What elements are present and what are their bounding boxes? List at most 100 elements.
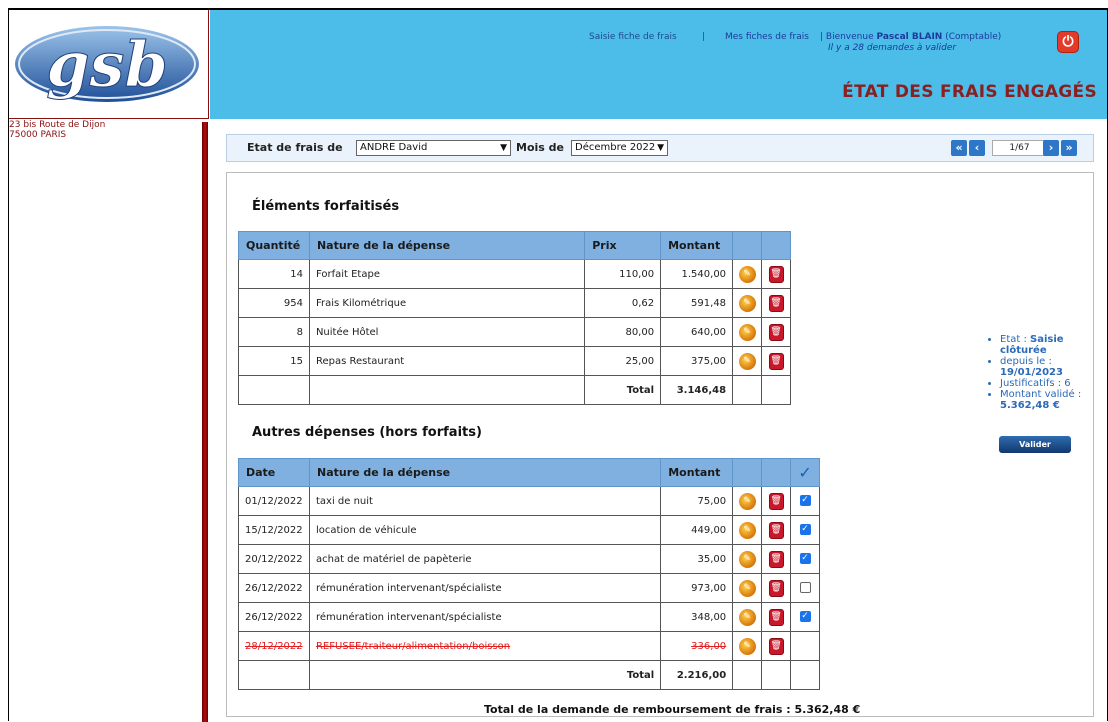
cell-nature: Nuitée Hôtel <box>308 317 586 347</box>
empty-cell <box>732 375 762 405</box>
user-role: (Comptable) <box>942 32 1002 42</box>
edit-cell: ✎ <box>732 515 763 545</box>
trash-icon[interactable]: 🗑 <box>768 579 784 597</box>
next-page-button[interactable]: › <box>1043 140 1059 156</box>
hors-forfait-title: Autres dépenses (hors forfaits) <box>252 425 482 440</box>
edit-icon[interactable]: ✎ <box>738 492 756 510</box>
cell-montant: 591,48 <box>660 288 734 318</box>
cell-nature: REFUSEE/traiteur/alimentation/boisson <box>308 631 662 661</box>
col-quantite: Quantité <box>238 231 310 260</box>
empty-cell <box>308 375 586 405</box>
cell-date: 26/12/2022 <box>238 602 310 632</box>
cell-montant: 1.540,00 <box>660 259 734 289</box>
trash-icon[interactable]: 🗑 <box>768 521 784 539</box>
edit-cell: ✎ <box>732 288 762 318</box>
status-item: Montant validé :5.362,48 € <box>1000 389 1100 411</box>
trash-icon[interactable]: 🗑 <box>768 637 784 655</box>
edit-icon[interactable]: ✎ <box>738 265 756 283</box>
montant-label: Montant validé : <box>1000 389 1082 400</box>
cell-date: 01/12/2022 <box>238 486 310 516</box>
edit-icon[interactable]: ✎ <box>738 579 756 597</box>
trash-icon[interactable]: 🗑 <box>768 352 784 370</box>
edit-icon[interactable]: ✎ <box>738 521 756 539</box>
delete-cell: 🗑 <box>761 259 791 289</box>
edit-cell: ✎ <box>732 259 762 289</box>
edit-icon[interactable]: ✎ <box>738 352 756 370</box>
total-value: 3.146,48 <box>660 375 734 405</box>
col-edit <box>732 231 762 260</box>
delete-cell: 🗑 <box>761 486 792 516</box>
table-row: 15/12/2022 location de véhicule 449,00 ✎… <box>238 515 820 545</box>
visiteur-value: ANDRE David <box>360 142 428 153</box>
cell-prix: 25,00 <box>584 346 662 376</box>
top-header: Saisie fiche de frais | Mes fiches de fr… <box>210 10 1107 119</box>
edit-icon[interactable]: ✎ <box>738 637 756 655</box>
delete-cell: 🗑 <box>761 288 791 318</box>
edit-icon[interactable]: ✎ <box>738 608 756 626</box>
delete-cell: 🗑 <box>761 631 792 661</box>
check-cell <box>790 573 820 603</box>
valider-button[interactable]: Valider <box>999 436 1071 453</box>
validate-checkbox[interactable]: ✓ <box>799 611 811 623</box>
total-label: Total <box>584 375 662 405</box>
empty-cell <box>790 660 820 690</box>
validate-checkbox[interactable]: ✓ <box>799 524 811 536</box>
validate-checkbox[interactable]: ✓ <box>799 553 811 565</box>
col-nature: Nature de la dépense <box>308 231 586 260</box>
trash-icon[interactable]: 🗑 <box>768 550 784 568</box>
forfait-table: Quantité Nature de la dépense Prix Monta… <box>238 231 791 405</box>
edit-cell: ✎ <box>732 486 763 516</box>
page-indicator: 1/67 <box>992 140 1047 156</box>
cell-prix: 110,00 <box>584 259 662 289</box>
validate-checkbox[interactable] <box>799 582 811 594</box>
nav-separator: | <box>702 32 706 42</box>
col-delete <box>761 458 792 487</box>
check-cell: ✓ <box>790 544 820 574</box>
edit-icon[interactable]: ✎ <box>738 323 756 341</box>
cell-nature: rémunération intervenant/spécialiste <box>308 602 662 632</box>
col-date: Date <box>238 458 310 487</box>
last-page-button[interactable]: » <box>1061 140 1077 156</box>
first-page-button[interactable]: « <box>951 140 967 156</box>
cell-montant: 973,00 <box>660 573 734 603</box>
montant-value: 5.362,48 € <box>1000 400 1060 411</box>
empty-cell <box>732 660 763 690</box>
cell-prix: 0,62 <box>584 288 662 318</box>
total-row: Total 3.146,48 <box>238 375 791 405</box>
table-row: 954 Frais Kilométrique 0,62 591,48 ✎ 🗑 <box>238 288 791 318</box>
prev-page-button[interactable]: ‹ <box>969 140 985 156</box>
table-row-refused: 28/12/2022 REFUSEE/traiteur/alimentation… <box>238 631 820 661</box>
nav-saisie-link[interactable]: Saisie fiche de frais <box>589 32 677 42</box>
empty-cell <box>761 660 792 690</box>
trash-icon[interactable]: 🗑 <box>768 492 784 510</box>
check-cell: ✓ <box>790 486 820 516</box>
delete-cell: 🗑 <box>761 573 792 603</box>
trash-icon[interactable]: 🗑 <box>768 608 784 626</box>
table-row: 14 Forfait Etape 110,00 1.540,00 ✎ 🗑 <box>238 259 791 289</box>
validate-checkbox[interactable]: ✓ <box>799 495 811 507</box>
edit-icon[interactable]: ✎ <box>738 294 756 312</box>
edit-icon[interactable]: ✎ <box>738 550 756 568</box>
justificatifs-item: Justificatifs : 6 <box>1000 378 1100 389</box>
svg-text:gsb: gsb <box>46 28 168 101</box>
visiteur-select[interactable]: ANDRE David ▼ <box>356 140 511 156</box>
delete-cell: 🗑 <box>761 515 792 545</box>
status-item: Etat : Saisie clôturée <box>1000 334 1100 356</box>
cell-montant: 35,00 <box>660 544 734 574</box>
cell-montant: 75,00 <box>660 486 734 516</box>
gsb-logo: gsb <box>15 26 199 102</box>
cell-date: 20/12/2022 <box>238 544 310 574</box>
trash-icon[interactable]: 🗑 <box>768 294 784 312</box>
logout-power-icon[interactable]: ⏻ <box>1057 31 1079 53</box>
cell-date: 28/12/2022 <box>238 631 310 661</box>
depuis-value: 19/01/2023 <box>1000 367 1063 378</box>
trash-icon[interactable]: 🗑 <box>768 265 784 283</box>
pending-count[interactable]: Il y a 28 demandes à valider <box>820 43 1001 54</box>
col-edit <box>732 458 763 487</box>
col-montant: Montant <box>660 458 734 487</box>
cell-nature: Repas Restaurant <box>308 346 586 376</box>
trash-icon[interactable]: 🗑 <box>768 323 784 341</box>
nav-mes-fiches-link[interactable]: Mes fiches de frais <box>725 32 809 42</box>
mois-select[interactable]: Décembre 2022 ▼ <box>571 140 668 156</box>
logo[interactable]: gsb <box>9 10 209 119</box>
